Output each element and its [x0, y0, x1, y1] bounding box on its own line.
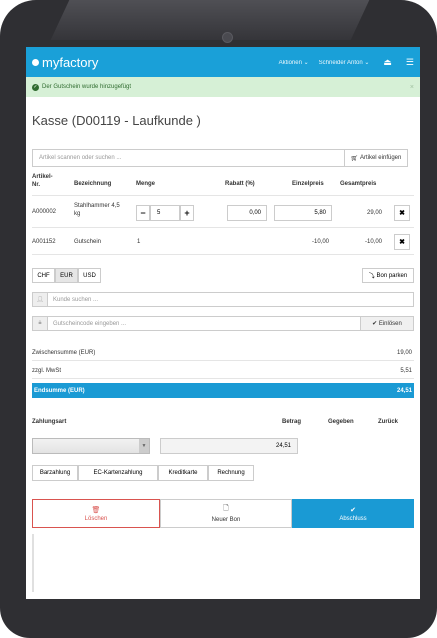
- ec-card-payment-button[interactable]: EC-Kartenzahlung: [78, 465, 158, 481]
- payment-amount-field[interactable]: 24,51: [160, 438, 298, 454]
- currency-usd-button[interactable]: USD: [78, 268, 101, 283]
- row1-article-nr: A000002: [32, 209, 57, 215]
- grand-total-label: Endsumme (EUR): [34, 387, 85, 394]
- actions-menu[interactable]: Aktionen ⌄: [279, 59, 309, 66]
- col-header-nr: Artikel- Nr.: [32, 174, 53, 188]
- app-screen: myfactory Aktionen ⌄ Schneider Anton ⌄ ⏏…: [26, 47, 420, 599]
- row2-total: -10,00: [364, 239, 382, 245]
- qty-increase-button[interactable]: +: [180, 205, 194, 221]
- col-header-name: Bezeichnung: [74, 181, 112, 187]
- subtotal-label: Zwischensumme (EUR): [32, 350, 96, 356]
- redeem-button[interactable]: ✔ Einlösen: [360, 317, 413, 330]
- tablet-reflection: [50, 0, 370, 40]
- customer-search-placeholder: Kunde suchen ...: [53, 296, 99, 303]
- logo-dot-icon: [32, 58, 39, 66]
- actions-menu-label: Aktionen: [278, 59, 302, 66]
- success-alert: ✓ Der Gutschein wurde hinzugefügt ×: [26, 77, 420, 97]
- logout-icon[interactable]: ⏏: [383, 57, 392, 68]
- qty-input[interactable]: 5: [150, 205, 180, 221]
- row2-qty: 1: [137, 239, 141, 245]
- vat-value: 5,51: [400, 368, 412, 374]
- delete-label: Löschen: [84, 515, 108, 522]
- row2-unit-price: -10,00: [311, 239, 329, 245]
- col-header-discount: Rabatt (%): [225, 181, 255, 187]
- document-icon: 🗋: [223, 505, 229, 512]
- table-row-divider: [32, 254, 414, 255]
- col-header-unit-price: Einzelpreis: [292, 181, 324, 187]
- credit-card-payment-button[interactable]: Kreditkarte: [158, 465, 208, 481]
- user-menu-label: Schneider Anton: [318, 59, 363, 66]
- app-logo[interactable]: myfactory: [32, 55, 98, 70]
- row1-total: 29,00: [366, 210, 382, 216]
- chevron-down-icon: ▼: [139, 439, 149, 453]
- checkmark-icon: ✔: [350, 506, 356, 514]
- unit-price-input[interactable]: 5,80: [274, 205, 332, 221]
- hamburger-menu-icon[interactable]: ☰: [406, 57, 414, 68]
- table-divider: [32, 195, 414, 196]
- trash-icon: 🗑︎: [91, 506, 101, 514]
- discount-input[interactable]: 0,00: [227, 205, 267, 221]
- table-row-divider: [32, 227, 414, 228]
- voucher-code-placeholder: Gutscheincode eingeben ...: [53, 320, 127, 327]
- col-header-given: Gegeben: [328, 419, 354, 425]
- qty-decrease-button[interactable]: −: [136, 205, 150, 221]
- cart-icon: 🛒︎: [350, 155, 359, 162]
- user-icon: 👤︎: [33, 293, 48, 306]
- grand-total-row: Endsumme (EUR) 24,51: [32, 383, 414, 398]
- subtotal-value: 19,00: [396, 350, 412, 356]
- customer-search-field[interactable]: 👤︎ Kunde suchen ...: [32, 292, 414, 307]
- scrollbar-track[interactable]: [32, 534, 34, 592]
- currency-eur-button[interactable]: EUR: [55, 268, 78, 283]
- page-title: Kasse (D00119 - Laufkunde ): [32, 113, 201, 128]
- check-circle-icon: ✓: [32, 83, 39, 91]
- vat-label: zzgl. MwSt: [32, 368, 62, 374]
- checkout-button[interactable]: ✔ Abschluss: [292, 499, 414, 528]
- col-header-change: Zurück: [378, 419, 399, 425]
- remove-row-button[interactable]: ✖: [394, 205, 410, 221]
- alert-message: Der Gutschein wurde hinzugefügt: [42, 84, 132, 90]
- logo-text: myfactory: [42, 54, 99, 70]
- park-receipt-label: Bon parken: [376, 272, 408, 279]
- park-icon: ⤵: [368, 274, 375, 280]
- alert-close-icon[interactable]: ×: [410, 84, 414, 91]
- subtotal-row: Zwischensumme (EUR) 19,00: [32, 346, 414, 361]
- col-header-total-price: Gesamtpreis: [340, 181, 377, 187]
- remove-row-button[interactable]: ✖: [394, 234, 410, 250]
- grand-total-value: 24,51: [396, 387, 412, 394]
- payment-method-label: Zahlungsart: [32, 419, 67, 425]
- lock-icon: 🔒︎: [33, 317, 48, 330]
- voucher-code-field[interactable]: 🔒︎ Gutscheincode eingeben ... ✔ Einlösen: [32, 316, 414, 331]
- tablet-frame: myfactory Aktionen ⌄ Schneider Anton ⌄ ⏏…: [0, 0, 437, 638]
- row2-article-nr: A001152: [32, 239, 56, 245]
- camera-icon: [222, 32, 233, 43]
- cash-payment-button[interactable]: Barzahlung: [32, 465, 78, 481]
- vat-row: zzgl. MwSt 5,51: [32, 364, 414, 379]
- new-receipt-button[interactable]: 🗋 Neuer Bon: [160, 499, 292, 528]
- payment-method-select[interactable]: ▼: [32, 438, 150, 454]
- park-receipt-button[interactable]: ⤵ Bon parken: [362, 268, 414, 283]
- row2-name: Gutschein: [74, 239, 102, 245]
- col-header-qty: Menge: [136, 181, 156, 187]
- col-header-amount: Betrag: [282, 419, 302, 425]
- insert-article-label: Artikel einfügen: [359, 155, 402, 161]
- redeem-label: Einlösen: [378, 320, 402, 327]
- invoice-payment-button[interactable]: Rechnung: [208, 465, 254, 481]
- insert-article-button[interactable]: 🛒︎ Artikel einfügen: [344, 150, 407, 166]
- row1-name: Stahlhammer 4,5 kg: [74, 203, 120, 217]
- top-bar: myfactory Aktionen ⌄ Schneider Anton ⌄ ⏏…: [26, 47, 420, 77]
- checkout-label: Abschluss: [339, 515, 367, 522]
- new-receipt-label: Neuer Bon: [211, 517, 241, 523]
- currency-chf-button[interactable]: CHF: [32, 268, 55, 283]
- delete-button[interactable]: 🗑︎ Löschen: [32, 499, 160, 528]
- user-menu[interactable]: Schneider Anton ⌄: [319, 59, 370, 66]
